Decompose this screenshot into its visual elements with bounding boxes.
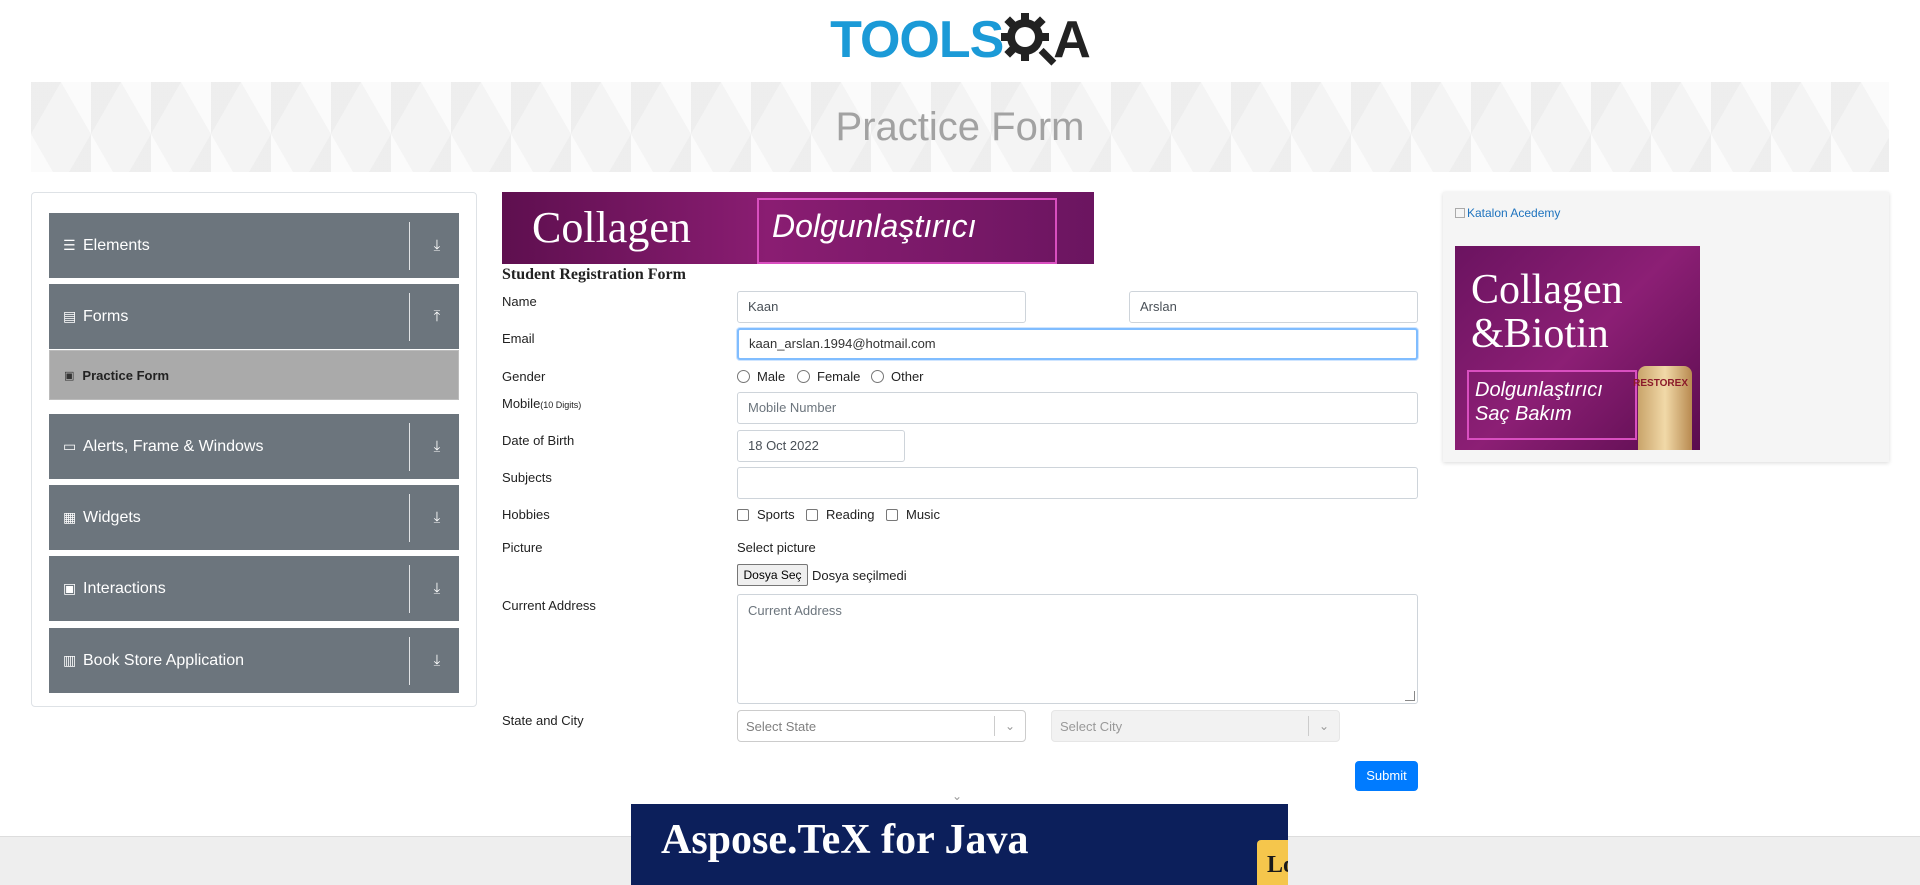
- ad-text: &Biotin: [1471, 311, 1609, 357]
- city-placeholder: Select City: [1060, 718, 1123, 734]
- sidebar: ☰ Elements ⤓ ▤ Forms ⤒ ▣ Practice Form ▭…: [31, 192, 477, 707]
- sidebar-item-label: Practice Form: [82, 367, 170, 383]
- widgets-icon: ▦: [63, 509, 77, 525]
- page-header-banner: Practice Form: [31, 82, 1889, 172]
- subjects-input[interactable]: [737, 467, 1418, 499]
- sidebar-group-book-store[interactable]: ▥ Book Store Application ⤓: [49, 628, 459, 693]
- sidebar-item-practice-form[interactable]: ▣ Practice Form: [49, 350, 459, 400]
- current-address-textarea[interactable]: Current Address: [737, 594, 1418, 704]
- window-icon: ▭: [63, 438, 77, 454]
- download-arrow-icon: ⤓: [433, 580, 441, 597]
- hobbies-label: Hobbies: [502, 507, 550, 522]
- ad-banner-top[interactable]: Collagen Dolgunlaştırıcı: [502, 192, 1094, 264]
- chevron-down-icon: ⌄: [952, 789, 963, 803]
- select-picture-label: Select picture: [737, 540, 816, 555]
- ad-brand-text: RESTOREX: [1633, 378, 1688, 389]
- book-icon: ▥: [63, 652, 77, 668]
- page-title: Practice Form: [835, 104, 1085, 149]
- last-name-input[interactable]: Arslan: [1129, 291, 1418, 323]
- gender-radio-other[interactable]: Other: [871, 369, 924, 384]
- sidebar-group-alerts[interactable]: ▭ Alerts, Frame & Windows ⤓: [49, 414, 459, 479]
- picture-label: Picture: [502, 540, 543, 555]
- name-label: Name: [502, 294, 537, 309]
- mobile-input[interactable]: Mobile Number: [737, 392, 1418, 424]
- hobby-checkbox-music[interactable]: Music: [886, 507, 940, 522]
- ad-text: Saç Bakım: [1475, 403, 1572, 425]
- submit-button[interactable]: Submit: [1355, 761, 1418, 791]
- logo-text-tools: TOOLS: [830, 11, 1004, 69]
- ad-text: Dolgunlaştırıcı: [1475, 379, 1603, 401]
- sidebar-group-elements[interactable]: ☰ Elements ⤓: [49, 213, 459, 278]
- state-city-label: State and City: [502, 713, 584, 728]
- chevron-down-icon: ⌄: [1318, 719, 1330, 733]
- sidebar-group-label: Widgets: [83, 508, 141, 526]
- form-title: Student Registration Form: [502, 266, 686, 283]
- form-icon: ▤: [63, 308, 77, 324]
- interactions-icon: ▣: [63, 580, 77, 596]
- gear-icon: [1001, 13, 1057, 66]
- download-arrow-icon: ⤓: [433, 438, 441, 455]
- sidebar-group-label: Book Store Application: [83, 651, 244, 669]
- ad-banner-bottom[interactable]: Aspose.TeX for Java Lo: [631, 804, 1288, 885]
- city-select[interactable]: Select City ⌄: [1051, 710, 1340, 742]
- address-placeholder: Current Address: [748, 603, 842, 618]
- file-status-text: Dosya seçilmedi: [812, 568, 907, 583]
- state-placeholder: Select State: [746, 718, 817, 734]
- state-select[interactable]: Select State ⌄: [737, 710, 1026, 742]
- hobby-checkbox-sports[interactable]: Sports: [737, 507, 795, 522]
- sidebar-group-interactions[interactable]: ▣ Interactions ⤓: [49, 556, 459, 621]
- gender-radio-male[interactable]: Male: [737, 369, 785, 384]
- dob-label: Date of Birth: [502, 433, 575, 448]
- upload-arrow-icon: ⤒: [433, 308, 441, 325]
- download-arrow-icon: ⤓: [433, 509, 441, 526]
- sidebar-group-label: Interactions: [83, 579, 166, 597]
- ad-text: Dolgunlaştırıcı: [772, 208, 977, 244]
- resize-handle-icon[interactable]: [1405, 691, 1415, 701]
- sidebar-group-label: Elements: [83, 236, 150, 254]
- download-arrow-icon: ⤓: [433, 652, 441, 669]
- subjects-label: Subjects: [502, 470, 552, 485]
- logo-bar: TOOLS A: [0, 0, 1920, 80]
- hobby-checkbox-reading[interactable]: Reading: [806, 507, 874, 522]
- sidebar-group-label: Alerts, Frame & Windows: [83, 437, 264, 455]
- email-label: Email: [502, 331, 535, 346]
- ad-image[interactable]: Collagen &Biotin Dolgunlaştırıcı Saç Bakım…: [1455, 246, 1700, 450]
- sidebar-group-label: Forms: [83, 307, 129, 325]
- ad-text: Aspose.TeX for Java: [661, 817, 1029, 863]
- address-label: Current Address: [502, 598, 596, 613]
- gender-label: Gender: [502, 369, 546, 384]
- email-input[interactable]: kaan_arslan.1994@hotmail.com: [737, 328, 1418, 360]
- ad-cta-button[interactable]: Lo: [1257, 840, 1288, 885]
- broken-image-icon: [1455, 208, 1465, 218]
- logo-text-a: A: [1053, 11, 1091, 69]
- ad-sidebar-right[interactable]: Katalon Acedemy Collagen &Biotin Dolgunla…: [1443, 192, 1889, 462]
- dob-input[interactable]: 18 Oct 2022: [737, 430, 905, 462]
- chevron-down-icon: ⌄: [1004, 719, 1016, 733]
- ad-text: Collagen: [1471, 267, 1623, 313]
- mobile-label: Mobile(10 Digits): [502, 396, 582, 411]
- sidebar-group-widgets[interactable]: ▦ Widgets ⤓: [49, 485, 459, 550]
- form-icon: ▣: [64, 369, 75, 382]
- hamburger-icon: ☰: [63, 237, 76, 253]
- first-name-input[interactable]: Kaan: [737, 291, 1026, 323]
- download-arrow-icon: ⤓: [433, 237, 441, 254]
- gender-radio-female[interactable]: Female: [797, 369, 860, 384]
- sidebar-group-forms[interactable]: ▤ Forms ⤒: [49, 284, 459, 349]
- toolsqa-logo[interactable]: TOOLS A: [830, 10, 1091, 70]
- broken-image-link[interactable]: Katalon Acedemy: [1455, 206, 1560, 220]
- choose-file-button[interactable]: Dosya Seç: [737, 564, 808, 586]
- ad-text: Collagen: [532, 203, 691, 252]
